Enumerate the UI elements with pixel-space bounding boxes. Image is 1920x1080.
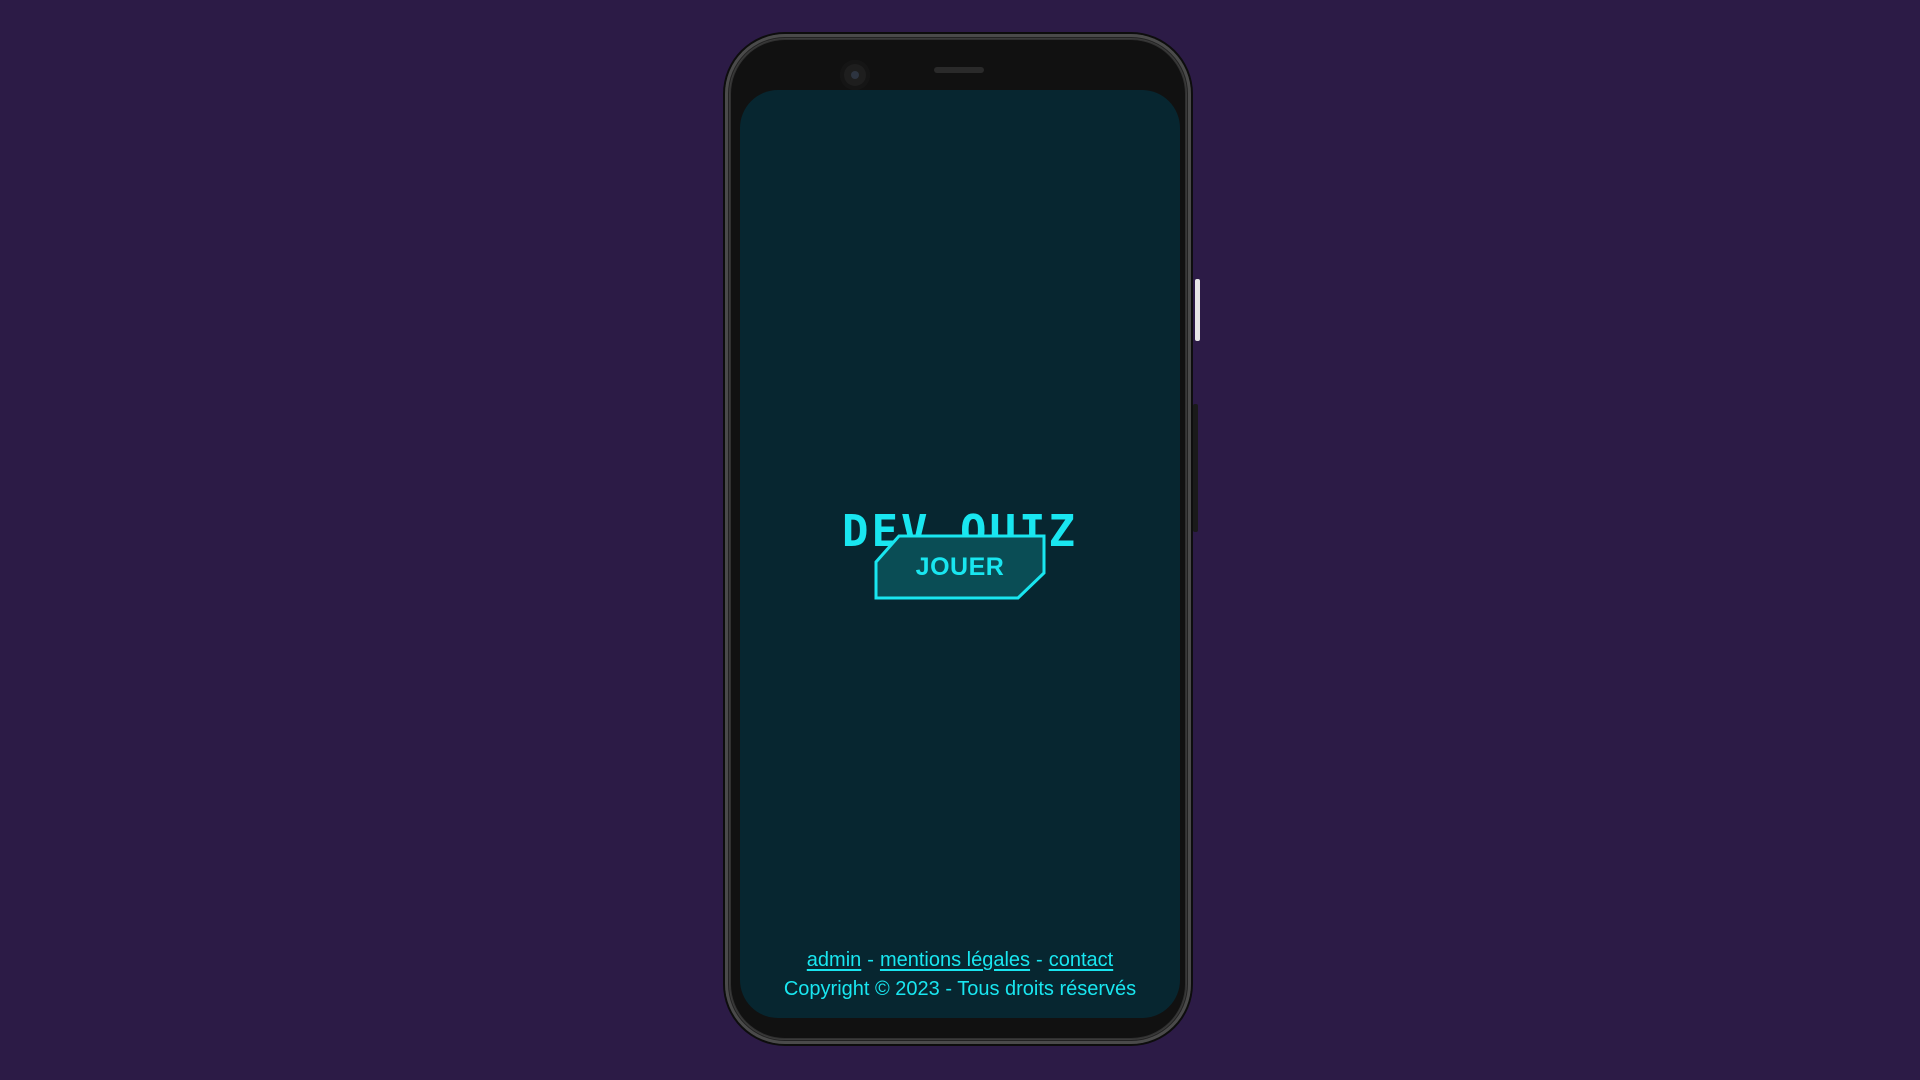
- play-button-label: JOUER: [915, 553, 1005, 581]
- earpiece-speaker: [934, 67, 984, 73]
- footer-links: admin - mentions légales - contact: [740, 946, 1180, 974]
- footer: admin - mentions légales - contact Copyright…: [740, 946, 1180, 1004]
- play-button[interactable]: JOUER: [874, 534, 1046, 600]
- legal-notice-link[interactable]: mentions légales: [880, 949, 1030, 971]
- front-camera-icon: [840, 60, 870, 90]
- copyright-text: Copyright © 2023 - Tous droits réservés: [783, 978, 1137, 1000]
- footer-separator: -: [1036, 949, 1043, 971]
- footer-separator: -: [867, 949, 874, 971]
- volume-button: [1193, 404, 1198, 532]
- power-button: [1195, 279, 1200, 341]
- contact-link[interactable]: contact: [1049, 949, 1113, 971]
- app-screen: DEV QUIZ JOUER admin - mentions légales - co…: [740, 90, 1180, 1018]
- admin-link[interactable]: admin: [807, 949, 861, 971]
